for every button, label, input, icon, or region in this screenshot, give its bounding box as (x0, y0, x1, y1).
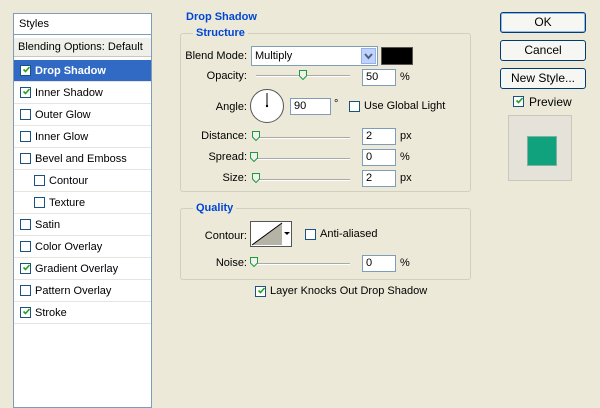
style-item-gradient-overlay[interactable]: Gradient Overlay (14, 258, 151, 280)
distance-slider-track[interactable] (256, 137, 350, 139)
contour-preview[interactable] (250, 221, 284, 247)
opacity-input[interactable]: 50 (362, 69, 396, 86)
new-style-button[interactable]: New Style... (500, 68, 586, 89)
checkmark-icon (22, 66, 31, 73)
style-item-stroke[interactable]: Stroke (14, 302, 151, 324)
angle-unit: ° (334, 98, 339, 110)
noise-label: Noise: (215, 257, 247, 269)
use-global-light-label: Use Global Light (364, 100, 446, 112)
style-checkbox[interactable] (20, 285, 31, 296)
style-checkbox[interactable] (34, 175, 45, 186)
style-item-label: Pattern Overlay (35, 285, 112, 297)
ok-button[interactable]: OK (500, 12, 586, 33)
style-item-pattern-overlay[interactable]: Pattern Overlay (14, 280, 151, 302)
anti-aliased-label: Anti-aliased (320, 228, 378, 240)
style-item-drop-shadow[interactable]: Drop Shadow (14, 60, 151, 82)
contour-dropdown-button[interactable] (283, 221, 292, 247)
style-item-contour[interactable]: Contour (14, 170, 151, 192)
chevron-down-icon[interactable] (361, 48, 376, 64)
size-slider-track[interactable] (256, 179, 350, 181)
style-item-label: Texture (49, 197, 86, 209)
checkmark-icon (22, 308, 31, 315)
size-unit: px (400, 172, 412, 184)
style-item-label: Inner Glow (35, 131, 89, 143)
style-item-satin[interactable]: Satin (14, 214, 151, 236)
drop-shadow-title: Drop Shadow (183, 11, 260, 23)
styles-header[interactable]: Styles (14, 14, 151, 35)
checkmark-icon (22, 88, 31, 95)
spread-unit: % (400, 151, 410, 163)
style-item-label: Drop Shadow (35, 65, 106, 77)
preview-label: Preview (529, 95, 572, 109)
distance-input[interactable]: 2 (362, 128, 396, 145)
opacity-unit: % (400, 71, 410, 83)
spread-slider-thumb[interactable] (250, 152, 258, 163)
noise-input[interactable]: 0 (362, 255, 396, 272)
style-checkbox[interactable] (20, 131, 31, 142)
noise-slider-thumb[interactable] (250, 257, 258, 268)
distance-label: Distance: (201, 130, 247, 142)
style-item-label: Contour (49, 175, 89, 187)
use-global-light-checkbox[interactable] (349, 101, 360, 112)
blend-mode-value: Multiply (255, 50, 293, 62)
style-item-outer-glow[interactable]: Outer Glow (14, 104, 151, 126)
opacity-slider-thumb[interactable] (299, 70, 307, 81)
contour-label: Contour: (204, 230, 247, 242)
angle-dial[interactable] (250, 89, 284, 123)
style-checkbox[interactable] (20, 241, 31, 252)
noise-unit: % (400, 257, 410, 269)
distance-slider-thumb[interactable] (252, 131, 260, 142)
distance-unit: px (400, 130, 412, 142)
checkmark-icon (515, 97, 524, 104)
style-item-color-overlay[interactable]: Color Overlay (14, 236, 151, 258)
angle-input[interactable]: 90 (290, 98, 331, 115)
style-item-inner-shadow[interactable]: Inner Shadow (14, 82, 151, 104)
checkmark-icon (22, 264, 31, 271)
style-checkbox[interactable] (20, 263, 31, 274)
spread-slider-track[interactable] (256, 158, 350, 160)
layer-knocks-out-checkbox[interactable] (255, 286, 266, 297)
style-item-bevel-and-emboss[interactable]: Bevel and Emboss (14, 148, 151, 170)
size-label: Size: (222, 172, 247, 184)
size-slider-thumb[interactable] (252, 173, 260, 184)
blend-mode-label: Blend Mode: (185, 50, 247, 62)
style-item-label: Bevel and Emboss (35, 153, 127, 165)
preview-checkbox[interactable] (513, 96, 524, 107)
style-item-label: Outer Glow (35, 109, 91, 121)
structure-title: Structure (193, 27, 248, 39)
style-item-texture[interactable]: Texture (14, 192, 151, 214)
angle-label: Angle: (215, 101, 247, 113)
style-item-label: Gradient Overlay (35, 263, 119, 275)
quality-group (180, 208, 471, 280)
style-item-inner-glow[interactable]: Inner Glow (14, 126, 151, 148)
preview-swatch (527, 136, 557, 166)
spread-input[interactable]: 0 (362, 149, 396, 166)
blending-options-item[interactable]: Blending Options: Default (14, 38, 151, 57)
style-checkbox[interactable] (20, 65, 31, 76)
preview-area (508, 115, 572, 181)
style-item-label: Color Overlay (35, 241, 103, 253)
blend-mode-select[interactable]: Multiply (251, 46, 378, 66)
style-checkbox[interactable] (20, 87, 31, 98)
shadow-color-swatch[interactable] (381, 47, 413, 65)
style-item-label: Inner Shadow (35, 87, 103, 99)
style-checkbox[interactable] (20, 109, 31, 120)
style-item-label: Stroke (35, 307, 67, 319)
style-checkbox[interactable] (34, 197, 45, 208)
cancel-button[interactable]: Cancel (500, 40, 586, 61)
anti-aliased-checkbox[interactable] (305, 229, 316, 240)
quality-title: Quality (193, 202, 237, 214)
layer-knocks-out-label: Layer Knocks Out Drop Shadow (270, 285, 428, 297)
style-checkbox[interactable] (20, 219, 31, 230)
checkmark-icon (257, 287, 266, 294)
noise-slider-track[interactable] (256, 263, 350, 265)
styles-panel: Styles Blending Options: Default Drop Sh… (13, 13, 152, 408)
opacity-label: Opacity: (206, 70, 247, 82)
style-item-label: Satin (35, 219, 61, 231)
spread-label: Spread: (208, 151, 247, 163)
style-checkbox[interactable] (20, 153, 31, 164)
style-checkbox[interactable] (20, 307, 31, 318)
size-input[interactable]: 2 (362, 170, 396, 187)
